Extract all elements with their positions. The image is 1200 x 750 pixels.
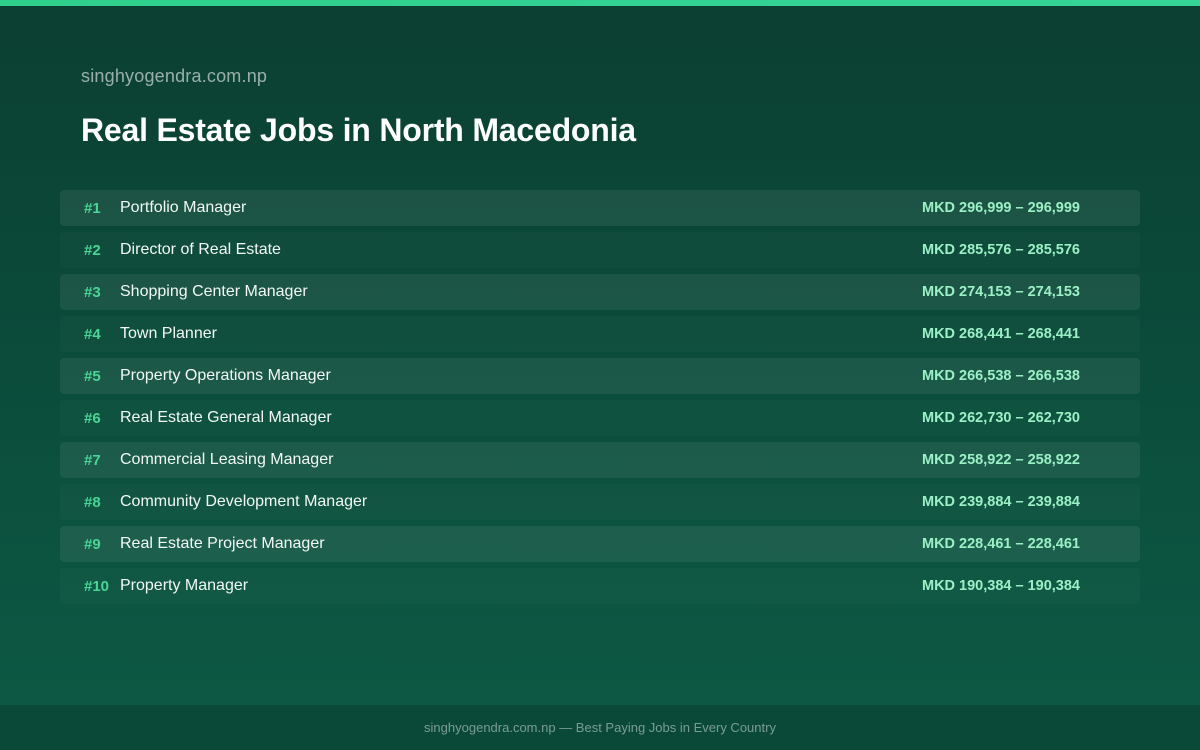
job-rank: #3 [84,283,101,301]
job-row: #8 Community Development Manager MKD 239… [60,484,1140,520]
job-rank: #8 [84,493,101,511]
job-list: #1 Portfolio Manager MKD 296,999 – 296,9… [60,190,1140,610]
job-row: #3 Shopping Center Manager MKD 274,153 –… [60,274,1140,310]
job-title: Shopping Center Manager [120,283,308,300]
job-rank: #6 [84,409,101,427]
job-row: #4 Town Planner MKD 268,441 – 268,441 [60,316,1140,352]
job-salary: MKD 285,576 – 285,576 [922,242,1080,258]
job-title: Community Development Manager [120,493,368,510]
job-title: Property Operations Manager [120,367,331,384]
job-row: #10 Property Manager MKD 190,384 – 190,3… [60,568,1140,604]
job-salary: MKD 258,922 – 258,922 [922,452,1080,468]
job-row: #5 Property Operations Manager MKD 266,5… [60,358,1140,394]
footer-bar: singhyogendra.com.np — Best Paying Jobs … [0,705,1200,750]
job-rank: #1 [84,199,101,217]
page-title: Real Estate Jobs in North Macedonia [81,112,636,148]
job-salary: MKD 296,999 – 296,999 [922,200,1080,216]
site-name: singhyogendra.com.np [81,66,268,86]
top-accent-bar [0,0,1200,6]
job-salary: MKD 268,441 – 268,441 [922,326,1080,342]
job-salary: MKD 239,884 – 239,884 [922,494,1080,510]
job-salary: MKD 262,730 – 262,730 [922,410,1080,426]
job-rank: #9 [84,535,101,553]
job-title: Real Estate Project Manager [120,535,325,552]
job-row: #9 Real Estate Project Manager MKD 228,4… [60,526,1140,562]
job-row: #7 Commercial Leasing Manager MKD 258,92… [60,442,1140,478]
job-title: Portfolio Manager [120,199,247,216]
job-salary: MKD 228,461 – 228,461 [922,536,1080,552]
job-salary: MKD 190,384 – 190,384 [922,578,1080,594]
footer-text: singhyogendra.com.np — Best Paying Jobs … [424,720,776,735]
job-title: Town Planner [120,325,217,342]
job-rank: #5 [84,367,101,385]
job-rank: #10 [84,577,110,595]
job-title: Real Estate General Manager [120,409,332,426]
job-row: #6 Real Estate General Manager MKD 262,7… [60,400,1140,436]
job-row: #1 Portfolio Manager MKD 296,999 – 296,9… [60,190,1140,226]
job-title: Director of Real Estate [120,241,281,258]
job-rank: #4 [84,325,101,343]
job-title: Property Manager [120,577,249,594]
job-salary: MKD 274,153 – 274,153 [922,284,1080,300]
job-title: Commercial Leasing Manager [120,451,334,468]
job-rank: #2 [84,241,101,259]
job-rank: #7 [84,451,101,469]
job-row: #2 Director of Real Estate MKD 285,576 –… [60,232,1140,268]
job-salary: MKD 266,538 – 266,538 [922,368,1080,384]
